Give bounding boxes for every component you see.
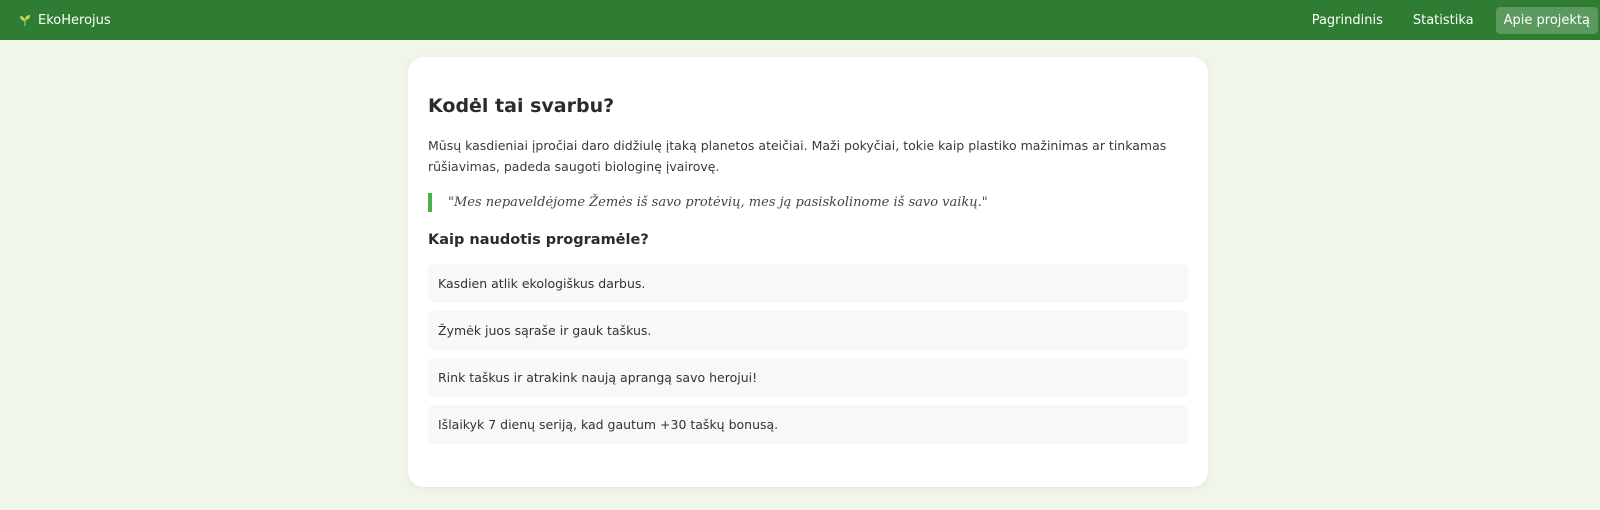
- step-item: Kasdien atlik ekologiškus darbus.: [428, 264, 1188, 303]
- brand[interactable]: EkoHerojus: [18, 13, 111, 28]
- intro-text: Mūsų kasdieniai įpročiai daro didžiulę į…: [428, 138, 1167, 174]
- step-item: Išlaikyk 7 dienų seriją, kad gautum +30 …: [428, 405, 1188, 444]
- nav-link-statistics[interactable]: Statistika: [1405, 7, 1482, 34]
- quote: "Mes nepaveldėjome Žemės iš savo protėvi…: [428, 193, 1188, 212]
- nav-link-about[interactable]: Apie projektą: [1495, 6, 1598, 34]
- how-to-title: Kaip naudotis programėle?: [428, 232, 649, 248]
- top-navbar: EkoHerojus Pagrindinis Statistika Apie p…: [0, 0, 1600, 40]
- brand-name: EkoHerojus: [38, 12, 111, 28]
- step-item: Žymėk juos sąraše ir gauk taškus.: [428, 311, 1188, 350]
- about-card: Kodėl tai svarbu? Mūsų kasdieniai įproči…: [408, 57, 1208, 487]
- steps-list: Kasdien atlik ekologiškus darbus. Žymėk …: [428, 264, 1188, 444]
- nav-links: Pagrindinis Statistika Apie projektą: [1290, 0, 1598, 40]
- page-title: Kodėl tai svarbu?: [428, 95, 615, 117]
- step-item: Rink taškus ir atrakink naują aprangą sa…: [428, 358, 1188, 397]
- sprout-icon: [18, 13, 32, 27]
- nav-link-home[interactable]: Pagrindinis: [1304, 7, 1391, 34]
